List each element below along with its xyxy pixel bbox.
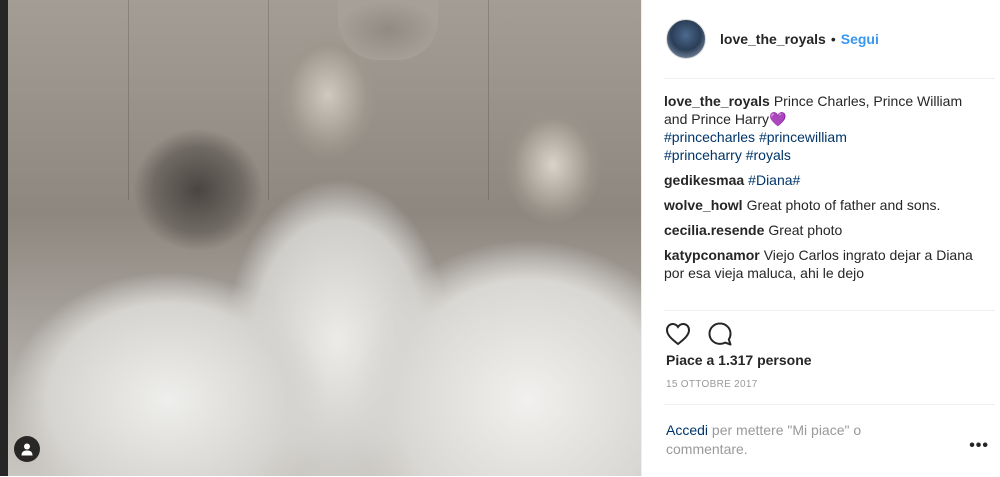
photo-detail (488, 0, 489, 200)
hashtag-link[interactable]: #princeharry (664, 147, 742, 163)
comment-username[interactable]: gedikesmaa (664, 172, 744, 188)
photo-detail (128, 0, 129, 200)
purple-heart-emoji: 💜 (769, 111, 787, 127)
like-button[interactable] (664, 320, 692, 348)
comment-text: Great photo (768, 222, 843, 238)
comment-item: gedikesmaa #Diana# (664, 171, 984, 189)
comment-username[interactable]: cecilia.resende (664, 222, 764, 238)
login-link[interactable]: Accedi (666, 422, 708, 438)
photo-detail (268, 0, 269, 200)
follow-button[interactable]: Segui (841, 31, 879, 47)
comment-text: Great photo of father and sons. (746, 197, 941, 213)
comment-username[interactable]: katypconamor (664, 247, 760, 263)
comment-list: love_the_royals Prince Charles, Prince Wi… (664, 92, 984, 306)
action-bar (664, 310, 995, 349)
comment-item: wolve_howl Great photo of father and sons… (664, 196, 984, 214)
hashtag-link[interactable]: #royals (746, 147, 791, 163)
user-tag-button[interactable] (14, 436, 40, 462)
heart-outline-icon (665, 322, 691, 346)
login-prompt: Accedi per mettere "Mi piace" o commenta… (666, 421, 906, 459)
person-icon (21, 443, 33, 456)
comment-button[interactable] (706, 320, 734, 348)
post-header: love_the_royals • Segui (664, 0, 995, 79)
comment-item: katypconamor Viejo Carlos ingrato dejar a… (664, 246, 984, 282)
comment-username[interactable]: love_the_royals (664, 93, 770, 109)
post-sidebar: love_the_royals • Segui love_the_royals P… (641, 0, 1000, 476)
hashtag-link[interactable]: #princewilliam (759, 129, 847, 145)
likes-count[interactable]: Piace a 1.317 persone (666, 352, 812, 368)
post-date: 15 OTTOBRE 2017 (666, 379, 758, 390)
hashtag-link[interactable]: #princecharles (664, 129, 755, 145)
comment-username[interactable]: wolve_howl (664, 197, 743, 213)
header-username[interactable]: love_the_royals (720, 31, 826, 47)
hashtag-link[interactable]: #Diana# (748, 172, 800, 188)
header-separator: • (830, 31, 836, 47)
left-gutter (0, 0, 8, 476)
post-photo[interactable] (8, 0, 641, 476)
more-options-button[interactable]: ••• (969, 437, 989, 455)
comment-item: cecilia.resende Great photo (664, 221, 984, 239)
photo-crest (338, 0, 438, 60)
comment-footer: Accedi per mettere "Mi piace" o commenta… (664, 404, 995, 477)
post-modal: love_the_royals • Segui love_the_royals P… (0, 0, 1000, 476)
caption: love_the_royals Prince Charles, Prince Wi… (664, 92, 984, 164)
avatar[interactable] (666, 19, 706, 59)
comment-bubble-icon (708, 322, 732, 346)
